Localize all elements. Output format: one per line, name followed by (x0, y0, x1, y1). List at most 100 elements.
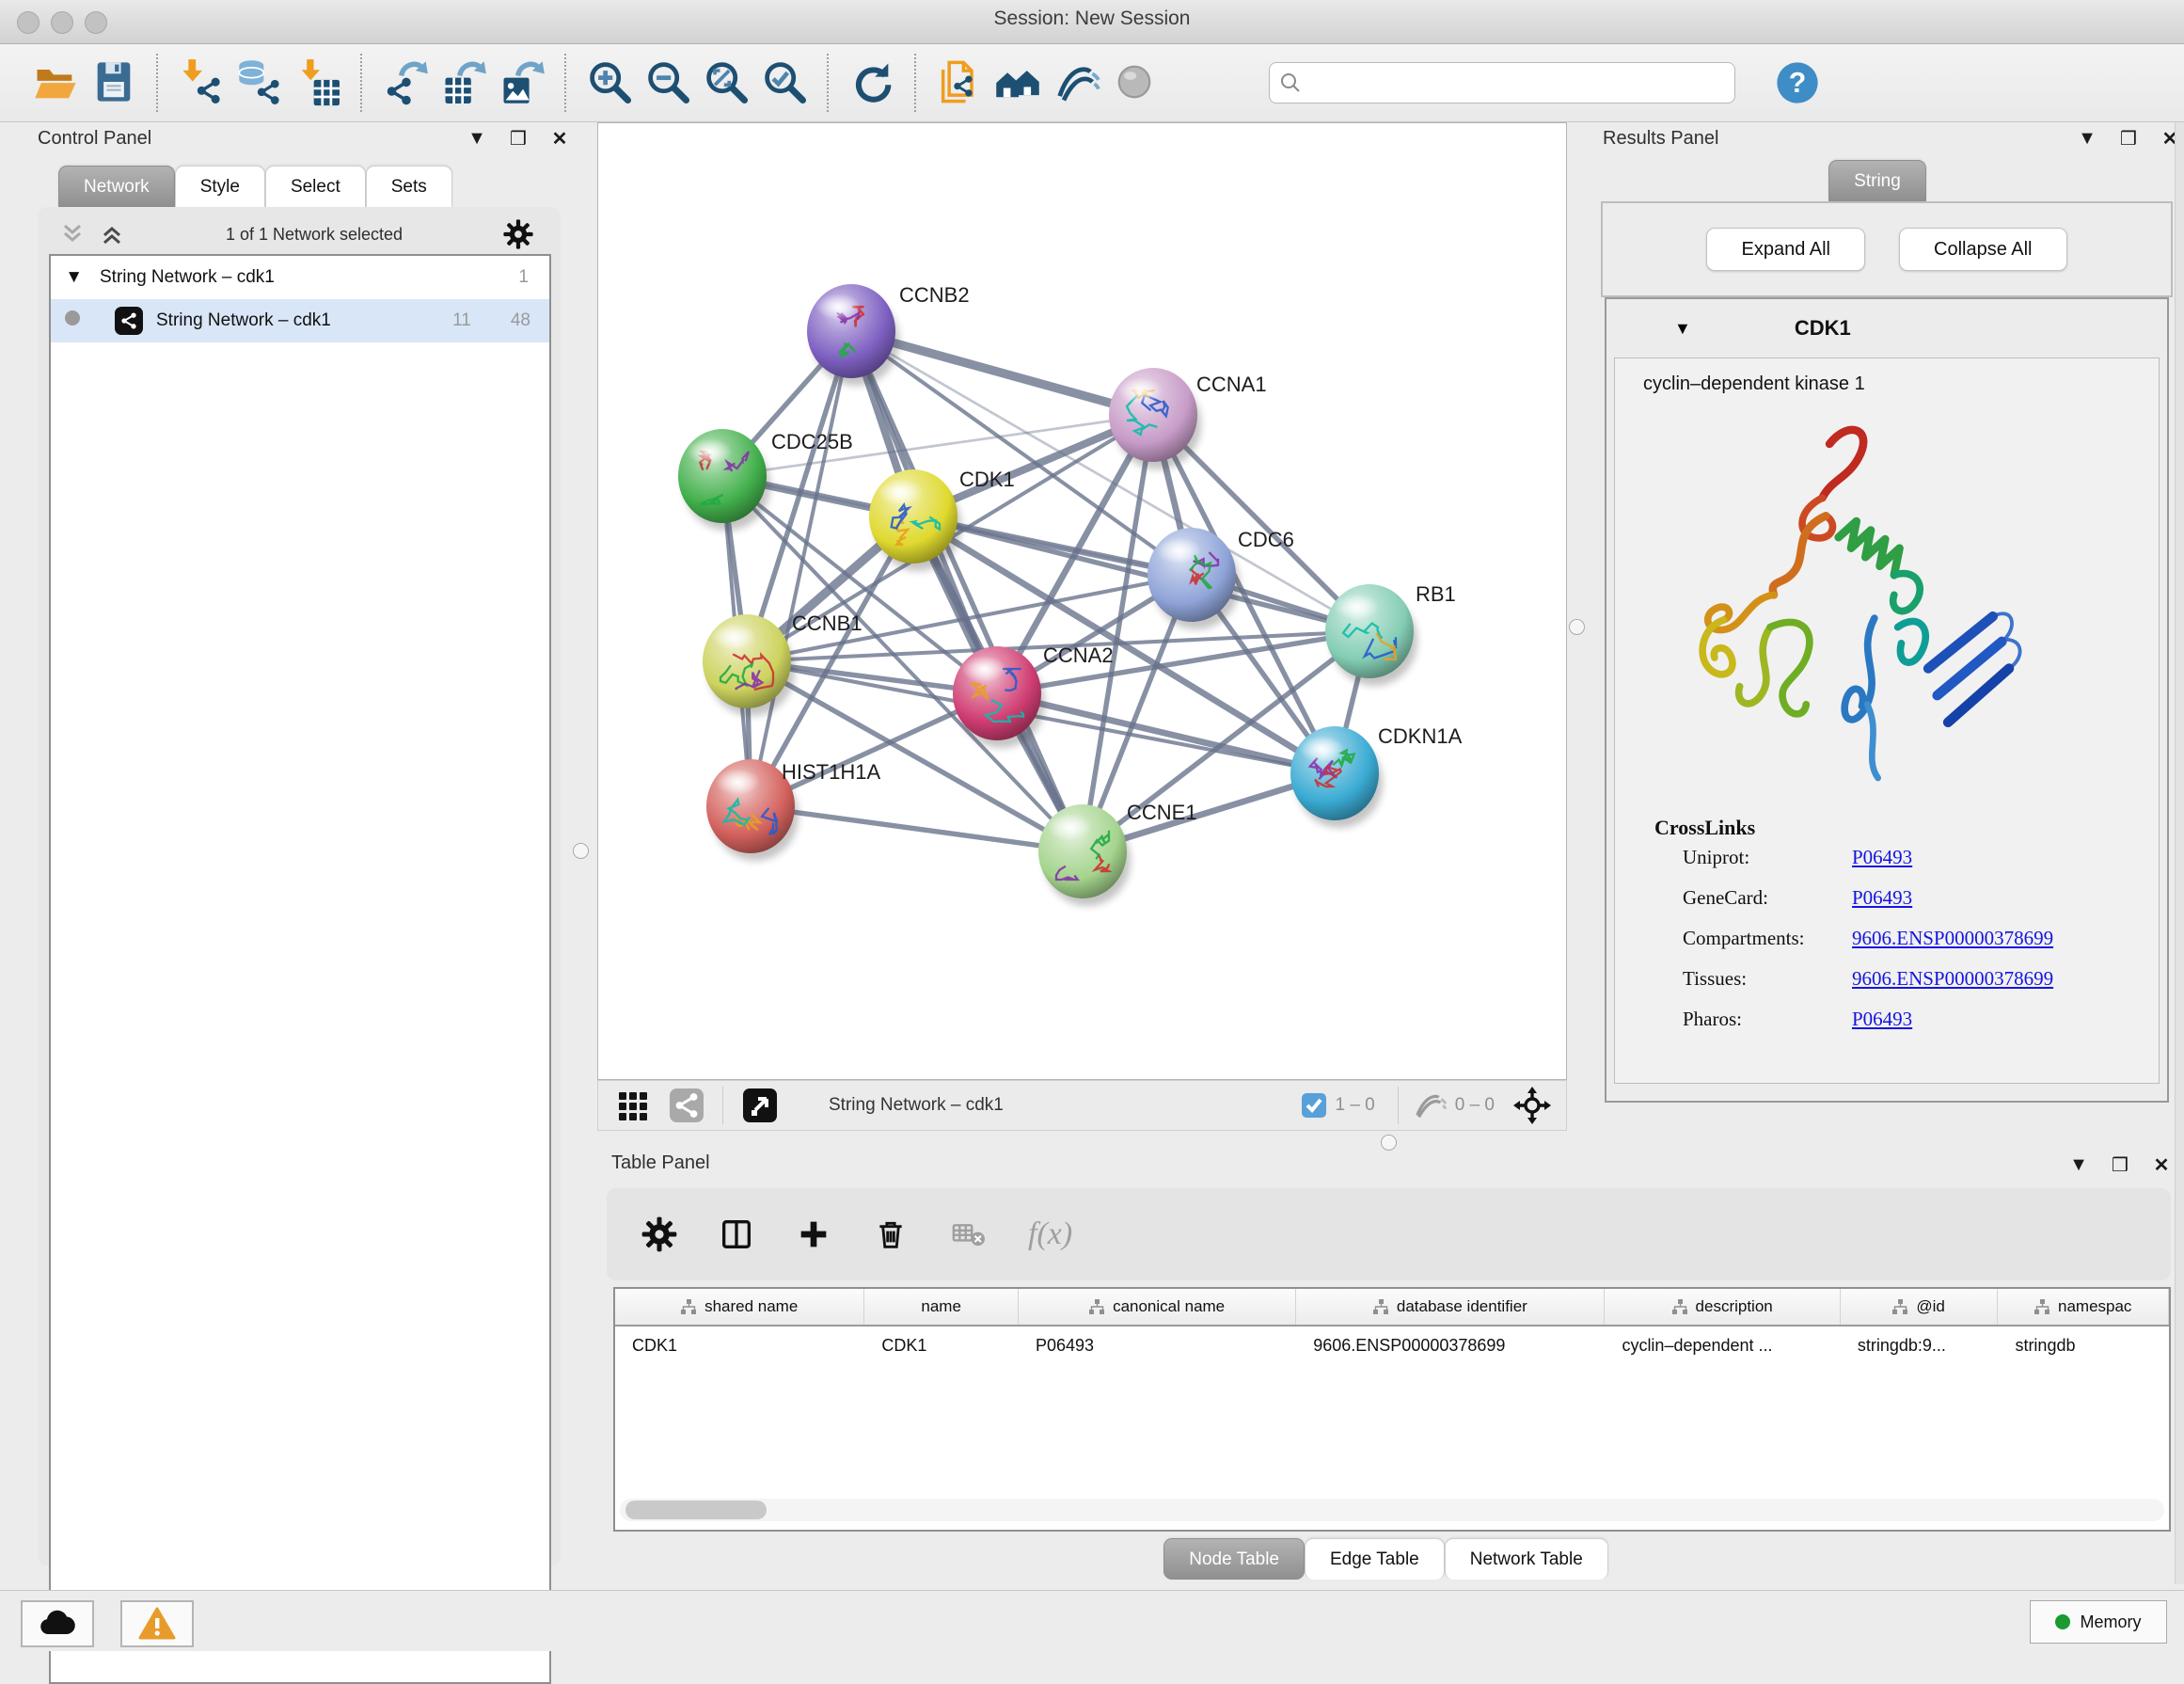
network-share-icon[interactable] (664, 1088, 709, 1122)
table-panel-close-button[interactable]: ✕ (2147, 1152, 2176, 1177)
cloud-status-button[interactable] (21, 1600, 94, 1647)
search-box[interactable] (1269, 62, 1735, 103)
results-panel-menu-button[interactable]: ▼ (2073, 126, 2101, 151)
export-table-button[interactable] (435, 54, 493, 112)
table-panel-menu-button[interactable]: ▼ (2065, 1152, 2093, 1177)
column-header--id[interactable]: @id (1841, 1289, 1999, 1325)
network-edge[interactable] (851, 331, 1083, 851)
table-gear-icon[interactable] (641, 1215, 678, 1253)
zoom-selected-button[interactable] (755, 54, 814, 112)
tab-network[interactable]: Network (58, 166, 175, 207)
table-panel-float-button[interactable]: ❒ (2106, 1152, 2134, 1177)
network-tree-root-row[interactable]: ▼ String Network – cdk1 1 (51, 256, 549, 299)
network-node-ccnb2[interactable] (807, 284, 899, 386)
collapse-all-button[interactable]: Collapse All (1899, 228, 2067, 271)
bottom-splitter-handle[interactable] (1381, 1135, 1397, 1151)
collapse-all-networks-icon[interactable] (58, 220, 87, 248)
network-node-cdc6[interactable] (1147, 528, 1240, 629)
export-image-button[interactable] (493, 54, 551, 112)
table-cell[interactable]: 9606.ENSP00000378699 (1296, 1327, 1605, 1364)
refresh-view-button[interactable] (843, 54, 901, 112)
scrollbar-thumb[interactable] (625, 1501, 767, 1519)
hidden-eye-icon[interactable] (1412, 1089, 1448, 1121)
control-panel-menu-button[interactable]: ▼ (463, 126, 491, 151)
tab-sets[interactable]: Sets (366, 166, 452, 207)
export-network-button[interactable] (376, 54, 435, 112)
column-header-namespac[interactable]: namespac (1998, 1289, 2169, 1325)
tab-style[interactable]: Style (175, 166, 265, 207)
table-clear-icon[interactable] (949, 1215, 989, 1253)
birdseye-view-icon[interactable] (611, 1088, 657, 1122)
crosslink-link[interactable]: 9606.ENSP00000378699 (1852, 927, 2053, 950)
crosslink-link[interactable]: P06493 (1852, 846, 1912, 869)
help-icon: ? (1773, 58, 1822, 107)
crosslink-link[interactable]: P06493 (1852, 886, 1912, 910)
expand-all-button[interactable]: Expand All (1706, 228, 1865, 271)
home-network-button[interactable] (989, 54, 1047, 112)
column-namespace-icon (1672, 1299, 1688, 1315)
network-tree-item-row[interactable]: String Network – cdk1 11 48 (51, 299, 549, 342)
import-database-button[interactable] (230, 54, 289, 112)
tab-node-table[interactable]: Node Table (1163, 1538, 1305, 1580)
column-header-shared-name[interactable]: shared name (615, 1289, 864, 1325)
control-panel-close-button[interactable]: ✕ (546, 126, 574, 151)
network-node-cdkn1a[interactable] (1290, 726, 1383, 828)
zoom-fit-button[interactable] (697, 54, 755, 112)
network-node-ccna1[interactable] (1109, 368, 1201, 469)
table-cell[interactable]: CDK1 (864, 1327, 1019, 1364)
hidden-count: 0 – 0 (1455, 1095, 1495, 1116)
table-row[interactable]: CDK1CDK1P064939606.ENSP00000378699cyclin… (615, 1327, 2169, 1364)
tree-expander-icon[interactable]: ▼ (51, 267, 83, 288)
column-header-name[interactable]: name (864, 1289, 1019, 1325)
network-node-rb1[interactable] (1325, 584, 1417, 686)
expand-all-networks-icon[interactable] (98, 220, 126, 248)
network-edge[interactable] (751, 806, 1083, 851)
crosslink-link[interactable]: 9606.ENSP00000378699 (1852, 967, 2053, 991)
table-cell[interactable]: P06493 (1019, 1327, 1296, 1364)
import-network-button[interactable] (172, 54, 230, 112)
document-share-button[interactable] (930, 54, 989, 112)
table-delete-column-icon[interactable] (872, 1215, 910, 1253)
search-input[interactable] (1302, 72, 1725, 94)
network-node-cdk1[interactable] (869, 469, 961, 571)
open-in-window-icon[interactable] (736, 1088, 783, 1123)
pan-crosshair-icon[interactable] (1508, 1087, 1557, 1124)
network-edge[interactable] (751, 331, 851, 806)
table-function-icon[interactable]: f(x) (1028, 1216, 1072, 1252)
network-node-ccne1[interactable] (1038, 804, 1131, 906)
node-label-rb1: RB1 (1416, 582, 1456, 606)
table-cell[interactable]: cyclin–dependent ... (1605, 1327, 1840, 1364)
zoom-out-button[interactable] (639, 54, 697, 112)
zoom-in-button[interactable] (580, 54, 639, 112)
table-add-column-icon[interactable] (795, 1215, 832, 1253)
network-node-cdc25b[interactable] (678, 429, 770, 531)
column-header-canonical-name[interactable]: canonical name (1019, 1289, 1296, 1325)
control-panel-float-button[interactable]: ❒ (504, 126, 532, 151)
warning-status-button[interactable] (120, 1600, 194, 1647)
memory-button[interactable]: Memory (2030, 1600, 2167, 1644)
eye-gray-button[interactable] (1105, 54, 1163, 112)
help-button[interactable]: ? (1773, 58, 1822, 107)
column-header-database-identifier[interactable]: database identifier (1296, 1289, 1605, 1325)
crosslink-link[interactable]: P06493 (1852, 1008, 1912, 1031)
tab-select[interactable]: Select (265, 166, 366, 207)
import-table-button[interactable] (289, 54, 347, 112)
tab-network-table[interactable]: Network Table (1445, 1538, 1608, 1580)
table-cell[interactable]: stringdb:9... (1841, 1327, 1999, 1364)
tab-string[interactable]: String (1828, 160, 1926, 201)
results-panel-float-button[interactable]: ❒ (2114, 126, 2143, 151)
selected-checkbox-icon[interactable] (1301, 1092, 1327, 1119)
table-horizontal-scrollbar[interactable] (620, 1499, 2164, 1521)
tab-edge-table[interactable]: Edge Table (1305, 1538, 1445, 1580)
open-folder-button[interactable] (26, 54, 85, 112)
save-session-button[interactable] (85, 54, 143, 112)
column-header-description[interactable]: description (1605, 1289, 1840, 1325)
table-columns-icon[interactable] (718, 1215, 755, 1253)
network-options-gear-icon[interactable] (502, 218, 534, 250)
network-view-canvas[interactable]: CCNB2 CCNA1 CDC25B CDK1 CDC6 RB1 CCNB1 (597, 122, 1567, 1080)
left-splitter-handle[interactable] (573, 843, 589, 859)
table-cell[interactable]: stringdb (1998, 1327, 2169, 1364)
table-cell[interactable]: CDK1 (615, 1327, 864, 1364)
hide-eye-button[interactable] (1047, 54, 1105, 112)
section-expander-icon[interactable]: ▼ (1674, 319, 1691, 339)
